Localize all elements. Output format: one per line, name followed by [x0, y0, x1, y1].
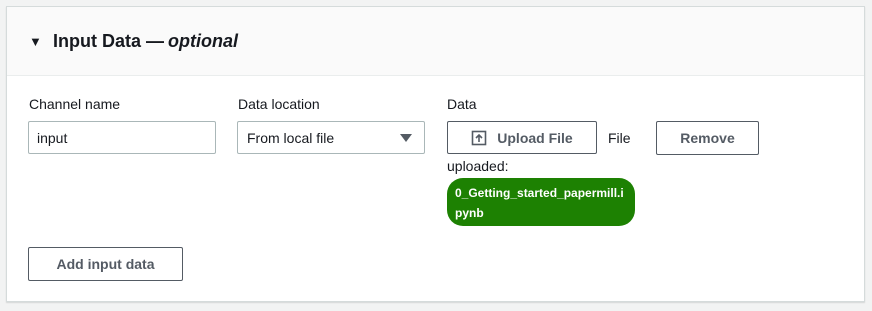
- channel-name-input[interactable]: [28, 121, 216, 154]
- remove-button[interactable]: Remove: [656, 121, 759, 155]
- add-input-data-button[interactable]: Add input data: [28, 247, 183, 281]
- data-location-select[interactable]: From local file: [237, 121, 425, 154]
- add-input-data-label: Add input data: [56, 256, 155, 272]
- remove-label: Remove: [680, 130, 735, 146]
- upload-file-label: Upload File: [497, 129, 573, 146]
- data-location-label: Data location: [238, 96, 320, 112]
- data-label: Data: [447, 96, 477, 112]
- upload-icon: [471, 130, 487, 146]
- data-location-value: From local file: [247, 129, 335, 146]
- panel-header[interactable]: ▼ Input Data — optional: [7, 7, 864, 76]
- uploaded-label: uploaded:: [447, 158, 509, 174]
- caret-down-icon[interactable]: ▼: [29, 34, 43, 49]
- upload-file-button[interactable]: Upload File: [447, 121, 597, 154]
- section-title: Input Data —: [53, 30, 164, 51]
- uploaded-file-badge: 0_Getting_started_papermill.ipynb: [447, 178, 635, 226]
- channel-name-label: Channel name: [29, 96, 121, 112]
- dropdown-arrow-icon: [400, 133, 412, 142]
- section-title-optional: optional: [168, 30, 238, 51]
- file-status-label: File: [608, 130, 631, 146]
